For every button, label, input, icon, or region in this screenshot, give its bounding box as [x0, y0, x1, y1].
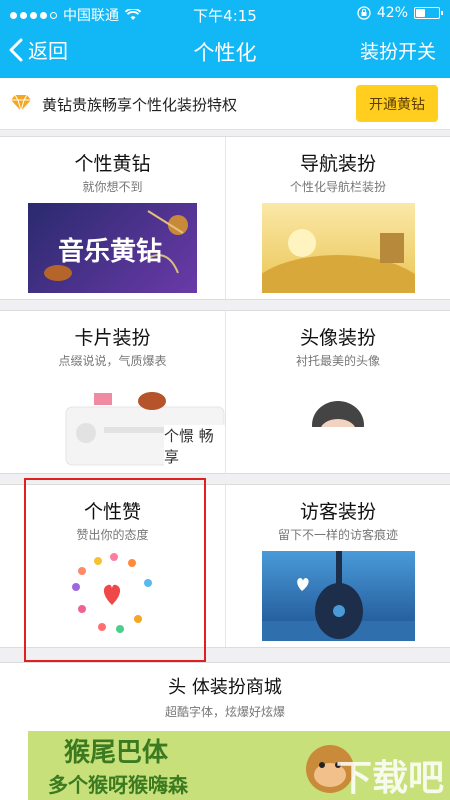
card-subtitle: 个性化导航栏装扮	[289, 180, 386, 194]
avatar-icon	[310, 401, 366, 441]
card-thumb-label: 个憬 畅享	[164, 425, 225, 467]
navigation-decor-thumbnail	[262, 203, 415, 293]
grid-row-2: 卡片装扮 点缀说说，气质爆表 个憬 畅享 头像装扮 衬托最美的头像	[0, 310, 450, 474]
card-title: 头像装扮	[299, 327, 376, 349]
landscape-icon	[262, 229, 415, 293]
font-decor-mall[interactable]: 头 体装扮商城 超酷字体，炫爆好炫爆 猴尾巴体 多个猴呀猴嗨森 下载吧	[0, 662, 450, 800]
mall-banner[interactable]: 猴尾巴体 多个猴呀猴嗨森 下载吧	[28, 731, 450, 800]
grid-row-3: 个性赞 赞出你的态度 访客装扮 留下不一样的访客痕迹	[0, 484, 450, 648]
music-diamond-thumbnail: 音乐黄钻	[28, 203, 197, 293]
card-navigation-decor[interactable]: 导航装扮 个性化导航栏装扮	[225, 137, 450, 299]
card-decor-thumbnail: 个憬 畅享	[64, 383, 225, 467]
card-subtitle: 衬托最美的头像	[295, 354, 380, 368]
card-title: 导航装扮	[299, 153, 376, 175]
battery-percent: 42%	[376, 5, 408, 21]
like-ring-thumbnail	[62, 547, 162, 647]
card-personal-diamond[interactable]: 个性黄钻 就你想不到 音乐黄钻	[0, 137, 225, 299]
card-visitor-decor[interactable]: 访客装扮 留下不一样的访客痕迹	[225, 485, 450, 647]
mall-subtitle: 超酷字体，炫爆好炫爆	[164, 705, 285, 719]
header: 中国联通 下午4:15 42% 返回 个性化 装扮开关	[0, 0, 450, 78]
decoration-switch-button[interactable]: 装扮开关	[360, 37, 436, 64]
card-title: 访客装扮	[299, 501, 376, 523]
vip-banner: 黄钻贵族畅享个性化装扮特权 开通黄钻	[0, 78, 450, 130]
card-title: 卡片装扮	[74, 327, 151, 349]
hearts-ring-icon	[72, 553, 152, 633]
grid-row-1: 个性黄钻 就你想不到 音乐黄钻 导航装扮 个性化导航栏装扮	[0, 136, 450, 300]
card-title: 个性赞	[83, 501, 141, 523]
battery-fill	[416, 9, 425, 17]
diamond-icon	[11, 94, 31, 112]
card-avatar-decor[interactable]: 头像装扮 衬托最美的头像	[225, 311, 450, 473]
visitor-decor-thumbnail	[262, 551, 415, 641]
mall-title: 头 体装扮商城	[168, 677, 282, 698]
status-right: 42%	[357, 5, 443, 21]
status-bar: 中国联通 下午4:15 42%	[0, 0, 450, 26]
card-subtitle: 赞出你的态度	[76, 528, 149, 542]
watermark: 下载吧	[335, 758, 444, 799]
mall-banner-line2: 多个猴呀猴嗨森	[48, 773, 188, 797]
card-subtitle: 就你想不到	[82, 180, 143, 194]
mall-banner-line1: 猴尾巴体	[64, 738, 169, 768]
card-subtitle: 留下不一样的访客痕迹	[277, 528, 398, 542]
open-yellow-diamond-button[interactable]: 开通黄钻	[356, 85, 438, 122]
orientation-lock-icon	[357, 6, 371, 20]
thumb-label: 音乐黄钻	[58, 237, 163, 267]
card-personal-like[interactable]: 个性赞 赞出你的态度	[0, 485, 225, 647]
card-card-decor[interactable]: 卡片装扮 点缀说说，气质爆表 个憬 畅享	[0, 311, 225, 473]
card-subtitle: 点缀说说，气质爆表	[58, 354, 167, 368]
card-title: 个性黄钻	[74, 153, 151, 175]
battery-icon	[414, 7, 443, 19]
guitar-icon	[262, 551, 415, 641]
navigation-bar: 返回 个性化 装扮开关	[0, 28, 450, 74]
avatar-decor-thumbnail	[286, 381, 386, 441]
banner-text: 黄钻贵族畅享个性化装扮特权	[42, 96, 238, 114]
